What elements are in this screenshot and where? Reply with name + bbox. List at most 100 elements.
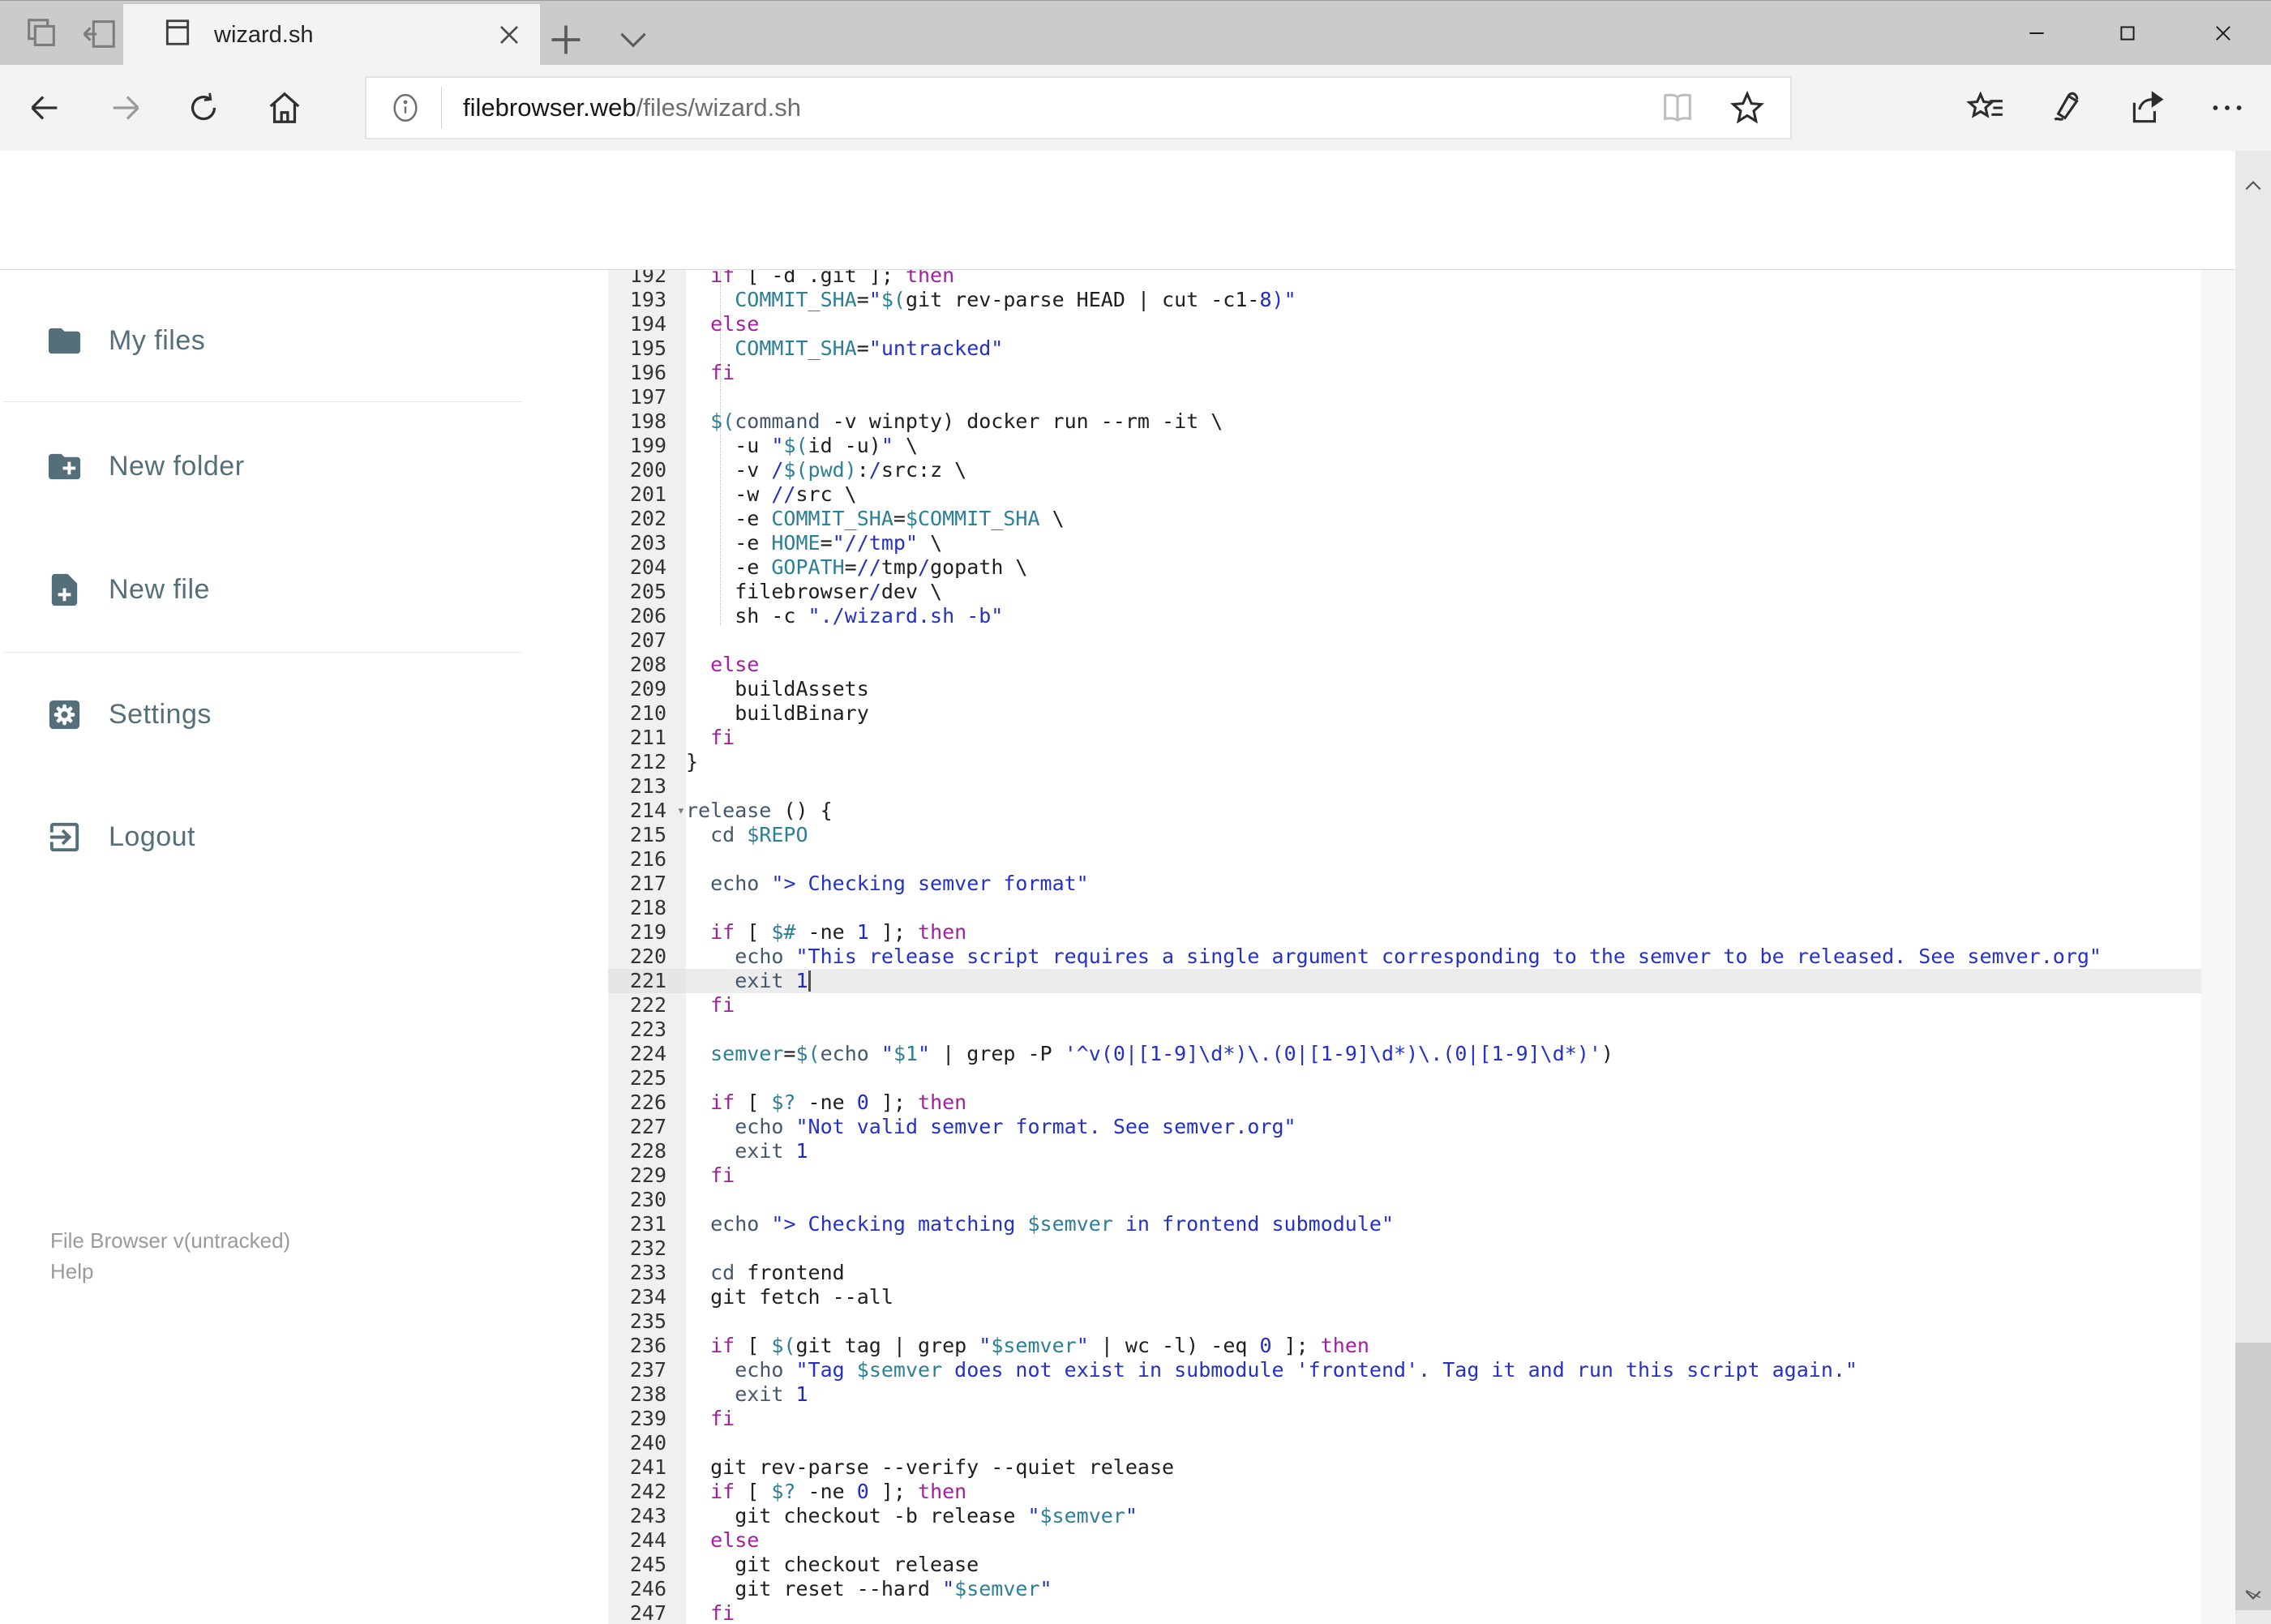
code-line[interactable] <box>686 847 2201 872</box>
url-text[interactable]: filebrowser.web/files/wizard.sh <box>463 93 801 122</box>
gutter-line-number[interactable]: 192 <box>608 270 686 288</box>
code-line[interactable]: git reset --hard "$semver" <box>686 1577 2201 1601</box>
gutter-line-number[interactable]: 215 <box>608 823 686 847</box>
share-page-icon[interactable] <box>2126 88 2166 128</box>
sidebar-item-my-files[interactable]: My files <box>0 292 608 389</box>
code-line[interactable] <box>686 1309 2201 1334</box>
gutter-line-number[interactable]: 198 <box>608 409 686 434</box>
code-line[interactable]: if [ $? -ne 0 ]; then <box>686 1091 2201 1115</box>
close-button[interactable] <box>2196 1 2250 66</box>
code-line[interactable]: git rev-parse --verify --quiet release <box>686 1455 2201 1480</box>
code-line[interactable]: } <box>686 750 2201 774</box>
set-tabs-aside-icon[interactable] <box>81 15 118 53</box>
code-line[interactable]: echo "Tag $semver does not exist in subm… <box>686 1358 2201 1382</box>
gutter-line-number[interactable]: 206 <box>608 604 686 628</box>
code-line[interactable]: -v /$(pwd):/src:z \ <box>686 458 2201 482</box>
gutter-line-number[interactable]: 226 <box>608 1091 686 1115</box>
gutter-line-number[interactable]: 216 <box>608 847 686 872</box>
code-line[interactable]: semver=$(echo "$1" | grep -P '^v(0|[1-9]… <box>686 1042 2201 1066</box>
tab-preview-icon[interactable] <box>23 15 60 53</box>
gutter-line-number[interactable]: 208 <box>608 653 686 677</box>
code-line[interactable]: COMMIT_SHA="$(git rev-parse HEAD | cut -… <box>686 288 2201 312</box>
code-line[interactable]: sh -c "./wizard.sh -b" <box>686 604 2201 628</box>
code-line[interactable]: cd frontend <box>686 1261 2201 1285</box>
code-line[interactable]: else <box>686 653 2201 677</box>
sidebar-item-logout[interactable]: Logout <box>0 788 608 885</box>
gutter-line-number[interactable]: 213 <box>608 774 686 799</box>
gutter-line-number[interactable]: 212 <box>608 750 686 774</box>
gutter-line-number[interactable]: 211 <box>608 726 686 750</box>
gutter-line-number[interactable]: 228 <box>608 1139 686 1163</box>
code-line[interactable]: buildAssets <box>686 677 2201 701</box>
gutter-line-number[interactable]: 230 <box>608 1188 686 1212</box>
scrollbar-thumb[interactable] <box>2235 1343 2271 1610</box>
code-line[interactable]: fi <box>686 726 2201 750</box>
gutter-line-number[interactable]: 240 <box>608 1431 686 1455</box>
code-editor[interactable]: 192 193 194 195 196 197 198 199 200 201 202 203 204 2… <box>608 270 2235 1624</box>
gutter-line-number[interactable]: 218 <box>608 896 686 920</box>
help-link[interactable]: Help <box>50 1256 290 1287</box>
gutter-line-number[interactable]: 223 <box>608 1018 686 1042</box>
code-line[interactable]: echo "This release script requires a sin… <box>686 945 2201 969</box>
code-line[interactable]: cd $REPO <box>686 823 2201 847</box>
scroll-down-icon[interactable] <box>2243 1583 2264 1605</box>
new-tab-button[interactable] <box>542 15 590 54</box>
gutter-line-number[interactable]: 193 <box>608 288 686 312</box>
code-line[interactable]: fi <box>686 1601 2201 1624</box>
gutter-line-number[interactable]: 203 <box>608 531 686 555</box>
code-line[interactable] <box>686 1018 2201 1042</box>
code-line[interactable]: COMMIT_SHA="untracked" <box>686 336 2201 361</box>
favorite-star-icon[interactable] <box>1729 89 1766 126</box>
code-line[interactable] <box>686 1236 2201 1261</box>
gutter-line-number[interactable]: 207 <box>608 628 686 653</box>
gutter-line-number[interactable]: 234 <box>608 1285 686 1309</box>
gutter-line-number[interactable]: 200 <box>608 458 686 482</box>
gutter-line-number[interactable]: 221 <box>608 969 686 993</box>
gutter-line-number[interactable]: 214 ▾ <box>608 799 686 823</box>
code-line[interactable]: fi <box>686 361 2201 385</box>
gutter-line-number[interactable]: 237 <box>608 1358 686 1382</box>
gutter-line-number[interactable]: 209 <box>608 677 686 701</box>
reading-view-icon[interactable] <box>1659 89 1696 126</box>
gutter-line-number[interactable]: 236 <box>608 1334 686 1358</box>
home-icon[interactable] <box>266 89 303 126</box>
code-line[interactable]: -e GOPATH=//tmp/gopath \ <box>686 555 2201 580</box>
code-line[interactable]: git checkout -b release "$semver" <box>686 1504 2201 1528</box>
code-line[interactable] <box>686 385 2201 409</box>
code-line[interactable]: else <box>686 1528 2201 1553</box>
gutter-line-number[interactable]: 220 <box>608 945 686 969</box>
code-line[interactable]: if [ $# -ne 1 ]; then <box>686 920 2201 945</box>
gutter-line-number[interactable]: 242 <box>608 1480 686 1504</box>
gutter-line-number[interactable]: 202 <box>608 507 686 531</box>
code-line[interactable]: -e COMMIT_SHA=$COMMIT_SHA \ <box>686 507 2201 531</box>
gutter-line-number[interactable]: 204 <box>608 555 686 580</box>
address-bar[interactable]: filebrowser.web/files/wizard.sh <box>365 76 1792 139</box>
code-line[interactable] <box>686 1188 2201 1212</box>
gutter-line-number[interactable]: 239 <box>608 1407 686 1431</box>
favorites-hub-icon[interactable] <box>1965 88 2006 128</box>
code-line[interactable] <box>686 628 2201 653</box>
tab-close-icon[interactable] <box>493 19 525 51</box>
gutter-line-number[interactable]: 233 <box>608 1261 686 1285</box>
browser-tab[interactable]: wizard.sh <box>123 4 540 66</box>
code-line[interactable]: -w //src \ <box>686 482 2201 507</box>
scroll-up-icon[interactable] <box>2243 175 2264 196</box>
code-line[interactable]: exit 1 <box>686 1382 2201 1407</box>
code-line[interactable] <box>686 1066 2201 1091</box>
annotate-pen-icon[interactable] <box>2046 88 2087 128</box>
refresh-icon[interactable] <box>185 89 222 126</box>
code-line[interactable]: -e HOME="//tmp" \ <box>686 531 2201 555</box>
more-options-icon[interactable] <box>2207 88 2247 128</box>
code-line[interactable]: git checkout release <box>686 1553 2201 1577</box>
gutter-line-number[interactable]: 232 <box>608 1236 686 1261</box>
forward-icon[interactable] <box>107 89 144 126</box>
gutter-line-number[interactable]: 229 <box>608 1163 686 1188</box>
gutter-line-number[interactable]: 225 <box>608 1066 686 1091</box>
gutter-line-number[interactable]: 243 <box>608 1504 686 1528</box>
code-line[interactable] <box>686 1431 2201 1455</box>
code-line[interactable]: release () { <box>686 799 2201 823</box>
gutter-line-number[interactable]: 247 <box>608 1601 686 1624</box>
code-line[interactable]: echo "Not valid semver format. See semve… <box>686 1115 2201 1139</box>
code-line[interactable]: echo "> Checking semver format" <box>686 872 2201 896</box>
gutter-line-number[interactable]: 195 <box>608 336 686 361</box>
